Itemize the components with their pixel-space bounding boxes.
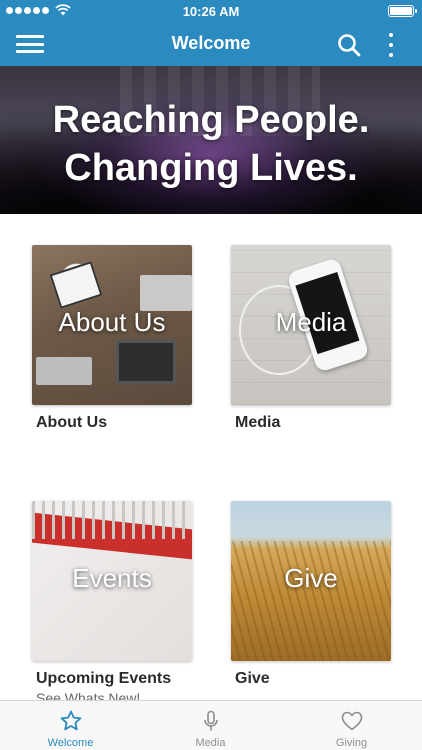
give-wheat-image: Give — [231, 501, 391, 661]
status-time: 10:26 AM — [182, 4, 240, 19]
tab-label: Giving — [335, 737, 368, 749]
tab-label: Media — [195, 737, 226, 749]
heart-icon — [341, 711, 363, 731]
tab-giving[interactable]: Giving — [281, 701, 422, 750]
tab-media[interactable]: Media — [140, 701, 281, 750]
tile-overlay-text: Give — [284, 563, 338, 593]
hero-title: Reaching People. Changing Lives. — [0, 96, 422, 193]
tab-bar: Welcome Media Giving — [0, 700, 422, 750]
tile-overlay-text: Media — [275, 307, 347, 337]
battery-fill — [390, 7, 412, 15]
battery-icon — [388, 5, 417, 17]
status-bar: 10:26 AM — [0, 0, 422, 22]
tile-overlay-text: About Us — [58, 307, 166, 337]
search-icon[interactable] — [336, 32, 362, 58]
hero-line-1: Reaching People. — [52, 99, 370, 141]
hero-banner: Reaching People. Changing Lives. — [0, 66, 422, 214]
tile-label: About Us — [36, 414, 108, 431]
events-calendar-image: Events — [32, 501, 192, 661]
tile-label: Media — [235, 414, 281, 431]
tab-welcome[interactable]: Welcome — [0, 701, 141, 750]
tile-label: Upcoming Events — [36, 670, 172, 687]
nav-bar: Welcome — [0, 22, 422, 66]
tile-overlay-text: Events — [72, 563, 152, 593]
media-image: Media — [231, 245, 391, 405]
tile-label: Give — [235, 670, 270, 687]
tab-label: Welcome — [47, 737, 94, 749]
vertical-ellipsis-icon[interactable] — [384, 32, 398, 58]
hero-line-2: Changing Lives. — [64, 147, 358, 190]
star-icon — [60, 710, 82, 731]
hamburger-menu-icon[interactable] — [16, 32, 44, 56]
microphone-icon — [204, 710, 218, 731]
about-us-image: About Us — [32, 245, 192, 405]
